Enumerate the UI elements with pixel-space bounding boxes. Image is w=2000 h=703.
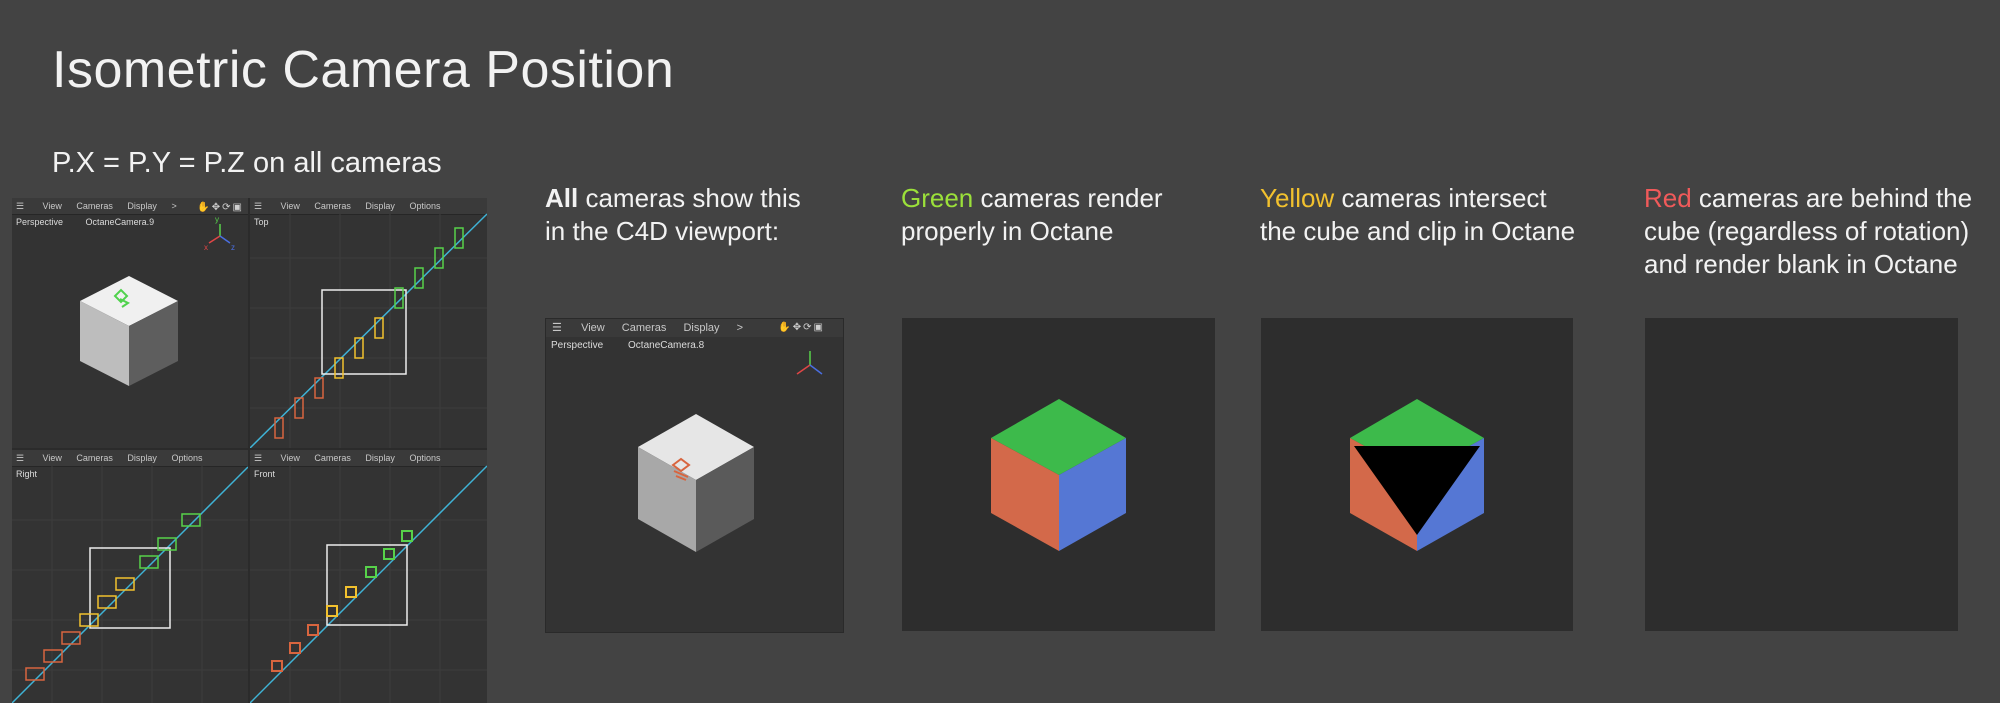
caption-yellow-line1: cameras intersect bbox=[1334, 183, 1547, 213]
caption-yellow-line2: the cube and clip in Octane bbox=[1260, 216, 1576, 246]
right-view-drawing bbox=[12, 466, 248, 703]
yellow-render-cube bbox=[1350, 399, 1484, 551]
caption-yellow-highlight: Yellow bbox=[1260, 183, 1335, 213]
caption-all: All cameras show this in the C4D viewpor… bbox=[545, 182, 835, 248]
render-yellow bbox=[1261, 318, 1573, 631]
caption-all-line1: cameras show this bbox=[578, 183, 801, 213]
render-green bbox=[902, 318, 1215, 631]
c4d-perspective-viewport[interactable]: ☰ View Cameras Display > ✋✥⟳▣ Perspectiv… bbox=[545, 318, 844, 633]
top-view-drawing bbox=[250, 213, 487, 448]
page-subtitle: P.X = P.Y = P.Z on all cameras bbox=[52, 147, 442, 179]
caption-green-line2: properly in Octane bbox=[901, 216, 1114, 246]
caption-red-line1: cameras are behind the bbox=[1691, 183, 1973, 213]
axis-x-label: x bbox=[204, 243, 208, 252]
green-render-cube bbox=[991, 399, 1126, 551]
caption-all-highlight: All bbox=[545, 183, 579, 213]
caption-yellow: Yellow cameras intersect the cube and cl… bbox=[1260, 182, 1600, 248]
caption-green: Green cameras render properly in Octane bbox=[901, 182, 1201, 248]
caption-green-highlight: Green bbox=[901, 183, 974, 213]
front-pane[interactable]: ☰ View Cameras Display Options Front bbox=[250, 450, 487, 703]
render-red-blank bbox=[1645, 318, 1958, 631]
axis-z-label: z bbox=[231, 243, 235, 252]
c4d-quad-viewport: ☰ View Cameras Display > ✋✥⟳▣ Perspectiv… bbox=[12, 198, 487, 703]
perspective-cube-drawing: y x z bbox=[80, 215, 235, 386]
caption-red-line2: cube (regardless of rotation) bbox=[1644, 216, 1970, 246]
perspective-pane[interactable]: ☰ View Cameras Display > ✋✥⟳▣ Perspectiv… bbox=[12, 198, 248, 448]
axis-y-label: y bbox=[215, 215, 219, 224]
caption-red-line3: and render blank in Octane bbox=[1644, 249, 1958, 279]
c4d-cube-drawing bbox=[638, 351, 823, 552]
right-pane[interactable]: ☰ View Cameras Display Options Right bbox=[12, 450, 248, 703]
front-view-drawing bbox=[250, 465, 487, 703]
page-title: Isometric Camera Position bbox=[52, 41, 675, 99]
caption-red: Red cameras are behind the cube (regardl… bbox=[1644, 182, 1994, 281]
caption-green-line1: cameras render bbox=[973, 183, 1163, 213]
caption-red-highlight: Red bbox=[1644, 183, 1692, 213]
caption-all-line2: in the C4D viewport: bbox=[545, 216, 780, 246]
top-pane[interactable]: ☰ View Cameras Display Options Top bbox=[250, 198, 487, 448]
